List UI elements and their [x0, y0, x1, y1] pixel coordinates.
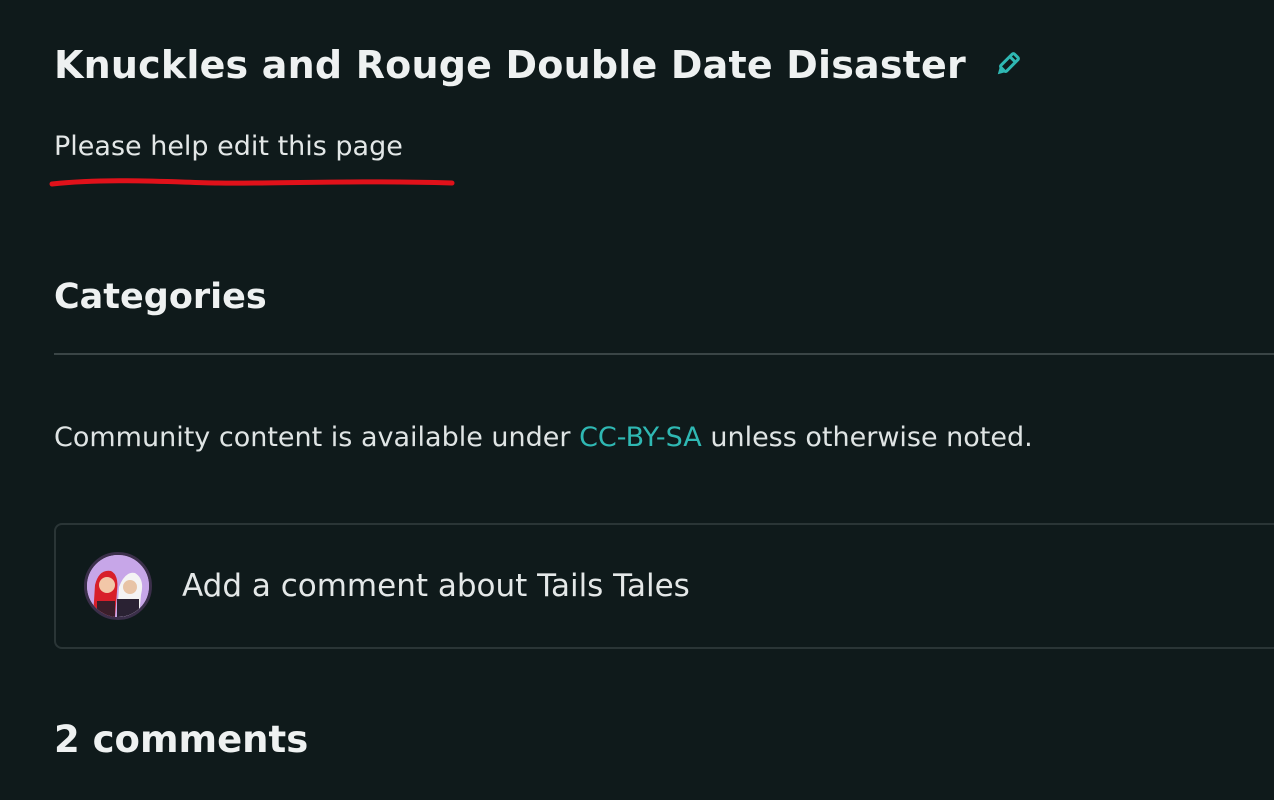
categories-divider: [54, 353, 1274, 355]
license-link[interactable]: CC-BY-SA: [579, 422, 702, 453]
license-suffix: unless otherwise noted.: [701, 422, 1033, 453]
add-comment-input[interactable]: Add a comment about Tails Tales: [54, 523, 1274, 649]
categories-heading: Categories: [54, 277, 267, 317]
comments-count-heading: 2 comments: [54, 718, 309, 761]
red-underline-annotation: [49, 178, 455, 187]
help-edit-text: Please help edit this page: [54, 131, 403, 162]
comment-placeholder: Add a comment about Tails Tales: [182, 568, 690, 604]
page: Knuckles and Rouge Double Date Disaster …: [0, 0, 1274, 800]
title-row: Knuckles and Rouge Double Date Disaster: [54, 38, 1022, 92]
pencil-icon[interactable]: [992, 50, 1022, 80]
user-avatar: [84, 552, 152, 620]
license-prefix: Community content is available under: [54, 422, 580, 453]
license-notice: Community content is available under CC-…: [54, 418, 1033, 458]
page-title: Knuckles and Rouge Double Date Disaster: [54, 43, 966, 87]
